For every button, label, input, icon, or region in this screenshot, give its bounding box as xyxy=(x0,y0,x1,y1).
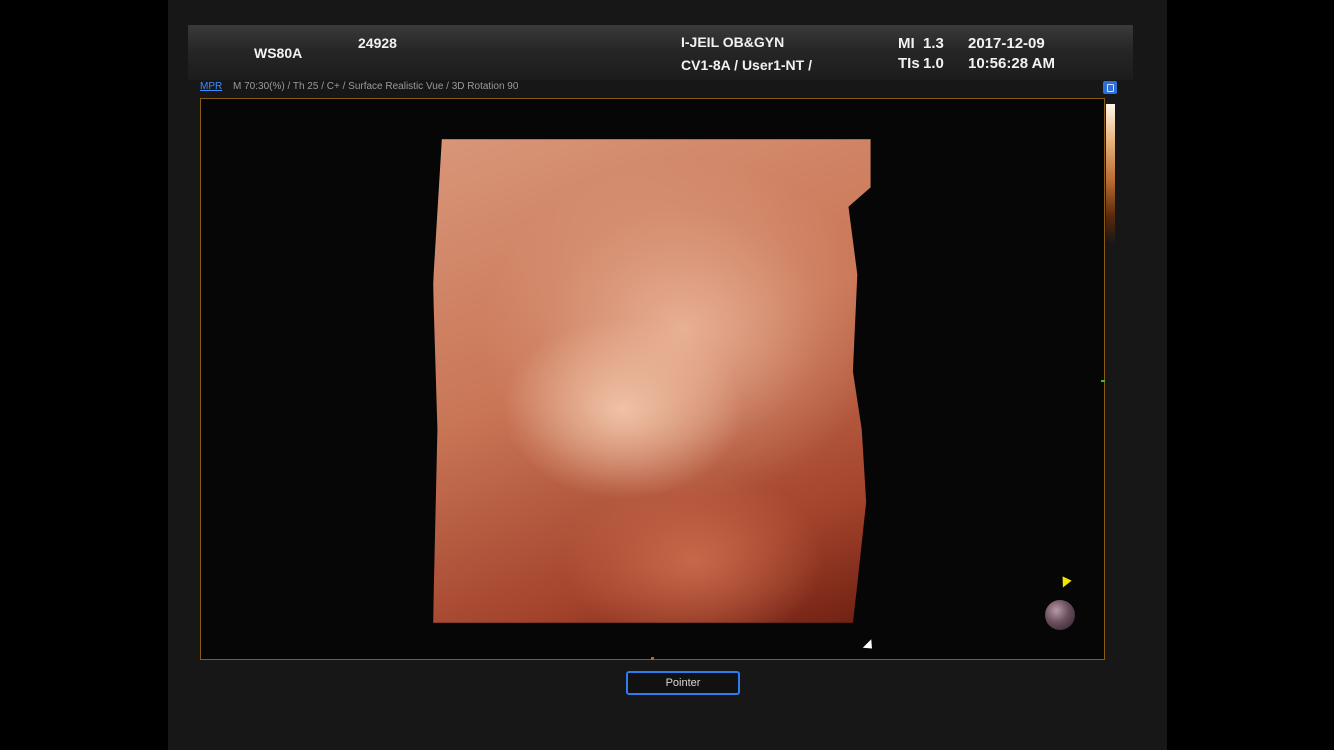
render-params: M 70:30(%) / Th 25 / C+ / Surface Realis… xyxy=(233,81,519,92)
mode-status-line: MPR M 70:30(%) / Th 25 / C+ / Surface Re… xyxy=(200,81,518,95)
gray-scale-bar xyxy=(1106,104,1115,244)
3d-render-image xyxy=(433,139,871,623)
hospital-name: I-JEIL OB&GYN xyxy=(681,34,785,50)
tis-value: 1.0 xyxy=(923,55,944,72)
pointer-button[interactable]: Pointer xyxy=(626,671,740,695)
tis-label: TIs xyxy=(898,55,920,72)
ultrasound-screen: WS80A 24928 I-JEIL OB&GYN CV1-8A / User1… xyxy=(168,0,1167,750)
center-marker xyxy=(651,657,654,660)
exam-time: 10:56:28 AM xyxy=(968,55,1055,72)
header-bar: WS80A 24928 I-JEIL OB&GYN CV1-8A / User1… xyxy=(188,25,1133,80)
focus-marker xyxy=(1101,380,1105,382)
orientation-ball-icon[interactable] xyxy=(1045,600,1075,630)
mi-value: 1.3 xyxy=(923,35,944,52)
image-viewport[interactable] xyxy=(200,98,1105,660)
pin-icon[interactable] xyxy=(1103,81,1117,94)
patient-id: 24928 xyxy=(358,35,397,51)
mi-label: MI xyxy=(898,35,915,52)
mpr-link[interactable]: MPR xyxy=(200,81,222,92)
device-model: WS80A xyxy=(254,45,303,61)
probe-user: CV1-8A / User1-NT / xyxy=(681,57,812,73)
exam-date: 2017-12-09 xyxy=(968,35,1045,52)
